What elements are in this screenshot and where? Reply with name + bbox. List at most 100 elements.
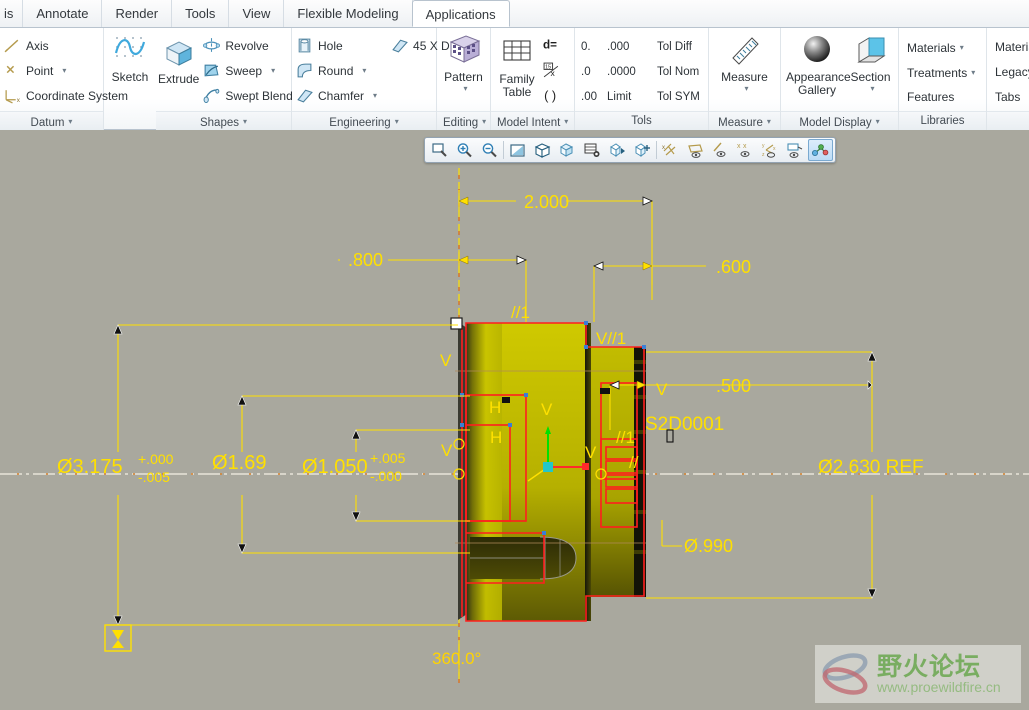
chevron-down-icon[interactable]: ▾ xyxy=(62,66,66,75)
dim-dia-1050-text[interactable]: Ø1.050 xyxy=(302,456,368,478)
swept-blend-button[interactable]: Swept Blend xyxy=(201,83,298,108)
ribbon-group-title-editing[interactable]: Editing ▾ xyxy=(437,111,490,130)
chevron-down-icon[interactable]: ▾ xyxy=(395,112,399,131)
chevron-down-icon[interactable]: ▾ xyxy=(960,35,964,60)
tol-format-000[interactable]: .000 xyxy=(607,35,657,60)
plane-display-button[interactable] xyxy=(683,139,708,161)
zoom-to-fit-button[interactable] xyxy=(427,139,452,161)
previous-view-button[interactable] xyxy=(605,139,630,161)
annotation-display-button[interactable] xyxy=(783,139,808,161)
dim-len-2000-text[interactable]: 2.000 xyxy=(524,192,569,212)
constraint-vertical-4[interactable]: V xyxy=(441,441,453,460)
ribbon-group-title-model-display[interactable]: Model Display ▾ xyxy=(781,111,898,130)
chevron-down-icon[interactable]: ▾ xyxy=(271,66,275,75)
zoom-in-button[interactable] xyxy=(452,139,477,161)
constraint-vertical-3[interactable]: V xyxy=(541,400,553,419)
constraint-horizontal-2[interactable]: H xyxy=(490,428,502,447)
constraint-vertical-5[interactable]: V xyxy=(585,443,597,462)
constraint-vertical-2[interactable]: V xyxy=(656,380,668,399)
zoom-out-button[interactable] xyxy=(477,139,502,161)
tab-flexible-modeling[interactable]: Flexible Modeling xyxy=(283,0,413,27)
measure-button[interactable]: Measure ▾ xyxy=(714,30,775,93)
ribbon-group-title-shapes[interactable]: Shapes ▾ xyxy=(156,111,291,130)
appearance-gallery-button[interactable]: Appearance Gallery xyxy=(786,30,851,97)
tab-applications[interactable]: Applications xyxy=(411,0,510,27)
chevron-down-icon[interactable]: ▾ xyxy=(482,112,486,131)
tol-decimal-2[interactable]: .00 xyxy=(581,85,607,110)
ribbon-group-title-measure[interactable]: Measure ▾ xyxy=(709,111,780,130)
chevron-down-icon[interactable]: ▾ xyxy=(767,112,771,131)
ribbon-group-title-model-intent[interactable]: Model Intent ▾ xyxy=(491,111,574,130)
hole-button[interactable]: Hole xyxy=(294,33,383,58)
legacy-annotation-button[interactable]: Legacy An xyxy=(991,60,1029,85)
selected-vertex-handle[interactable] xyxy=(450,317,463,330)
chevron-down-icon[interactable]: ▾ xyxy=(744,84,748,93)
tol-limit-button[interactable]: Limit xyxy=(607,85,657,110)
tol-diff-button[interactable]: Tol Diff xyxy=(657,35,711,60)
saved-views-button[interactable] xyxy=(555,139,580,161)
chevron-down-icon[interactable]: ▾ xyxy=(564,112,568,131)
ribbon-group-title-datum[interactable]: Datum ▾ xyxy=(0,111,103,130)
dim-dia-169-text[interactable]: Ø1.69 xyxy=(212,452,266,474)
sweep-button[interactable]: Sweep ▾ xyxy=(201,58,298,83)
tol-nom-button[interactable]: Tol Nom xyxy=(657,60,711,85)
extrude-button[interactable]: Extrude xyxy=(158,32,199,86)
chevron-down-icon[interactable]: ▾ xyxy=(463,84,467,93)
dim-dia-990-text[interactable]: Ø.990 xyxy=(684,536,733,556)
tab-analysis[interactable]: is xyxy=(0,0,24,27)
material-classification-button[interactable]: Material C xyxy=(991,35,1029,60)
chevron-down-icon[interactable]: ▾ xyxy=(971,60,975,85)
dim-dia-3175-text[interactable]: Ø3.175 xyxy=(57,456,123,478)
chevron-down-icon[interactable]: ▾ xyxy=(876,112,880,131)
dim-len-600-text[interactable]: .600 xyxy=(716,257,751,277)
tol-sym-button[interactable]: Tol SYM xyxy=(657,85,711,110)
switch-dimensions-button[interactable]: 15 x xyxy=(541,58,562,83)
chevron-down-icon[interactable]: ▾ xyxy=(68,112,72,131)
dim-angle-360-text[interactable]: 360.0° xyxy=(432,649,481,668)
tol-decimal-1[interactable]: .0 xyxy=(581,60,607,85)
chamfer-button[interactable]: Chamfer ▾ xyxy=(294,83,383,108)
ribbon-group-title-engineering[interactable]: Engineering ▾ xyxy=(292,111,436,130)
section-label-text[interactable]: S2D0001 xyxy=(645,414,724,435)
dim-len-500-text[interactable]: .500 xyxy=(716,376,751,396)
round-button[interactable]: Round ▾ xyxy=(294,58,383,83)
chevron-down-icon[interactable]: ▾ xyxy=(373,91,377,100)
dim-dia-2630-ref-text[interactable]: Ø2.630 REF xyxy=(818,457,924,478)
tab-render[interactable]: Render xyxy=(101,0,173,27)
view-toolbar[interactable]: x x x y x z xyxy=(424,137,836,163)
axis-display-button[interactable] xyxy=(708,139,733,161)
relations-button[interactable]: d= xyxy=(541,33,562,58)
dim-len-800-text[interactable]: .800 xyxy=(348,250,383,270)
sketch-button[interactable]: Sketch xyxy=(109,30,151,84)
tabs-button[interactable]: Tabs xyxy=(991,85,1029,110)
treatments-button[interactable]: Treatments ▾ xyxy=(903,60,983,85)
materials-button[interactable]: Materials ▾ xyxy=(903,35,983,60)
constraint-vertical-1[interactable]: V xyxy=(440,351,452,370)
constraint-parallel-3[interactable]: // xyxy=(629,453,639,472)
revolve-button[interactable]: Revolve xyxy=(201,33,298,58)
spin-center-button[interactable] xyxy=(808,139,833,161)
chevron-down-icon[interactable]: ▾ xyxy=(870,84,874,93)
point-display-button[interactable]: x x xyxy=(733,139,758,161)
view-manager-button[interactable] xyxy=(580,139,605,161)
repaint-button[interactable] xyxy=(505,139,530,161)
csys-display-button[interactable]: y x z xyxy=(758,139,783,161)
constraint-vert-parallel[interactable]: V//1 xyxy=(596,329,626,348)
tab-view[interactable]: View xyxy=(228,0,285,27)
tab-annotate[interactable]: Annotate xyxy=(22,0,103,27)
constraint-parallel-1[interactable]: //1 xyxy=(511,303,530,322)
family-table-button[interactable]: Family Table xyxy=(493,32,541,99)
tol-format-0000[interactable]: .0000 xyxy=(607,60,657,85)
chevron-down-icon[interactable]: ▾ xyxy=(243,112,247,131)
features-button[interactable]: Features xyxy=(903,85,983,110)
chevron-down-icon[interactable]: ▾ xyxy=(362,66,366,75)
graphics-window[interactable]: Ø3.175 +.000 -.005 Ø1.69 Ø1.050 +.005 -.… xyxy=(0,130,1029,710)
constraint-horizontal-1[interactable]: H xyxy=(489,398,501,417)
parameters-button[interactable]: ( ) xyxy=(541,83,562,108)
section-button[interactable]: Section ▾ xyxy=(848,30,893,93)
tab-tools[interactable]: Tools xyxy=(171,0,230,27)
constraint-parallel-2[interactable]: //1 xyxy=(616,428,635,447)
pattern-button[interactable]: Pattern ▾ xyxy=(442,30,485,93)
display-style-button[interactable] xyxy=(530,139,555,161)
datum-display-filters-button[interactable]: x xyxy=(658,139,683,161)
